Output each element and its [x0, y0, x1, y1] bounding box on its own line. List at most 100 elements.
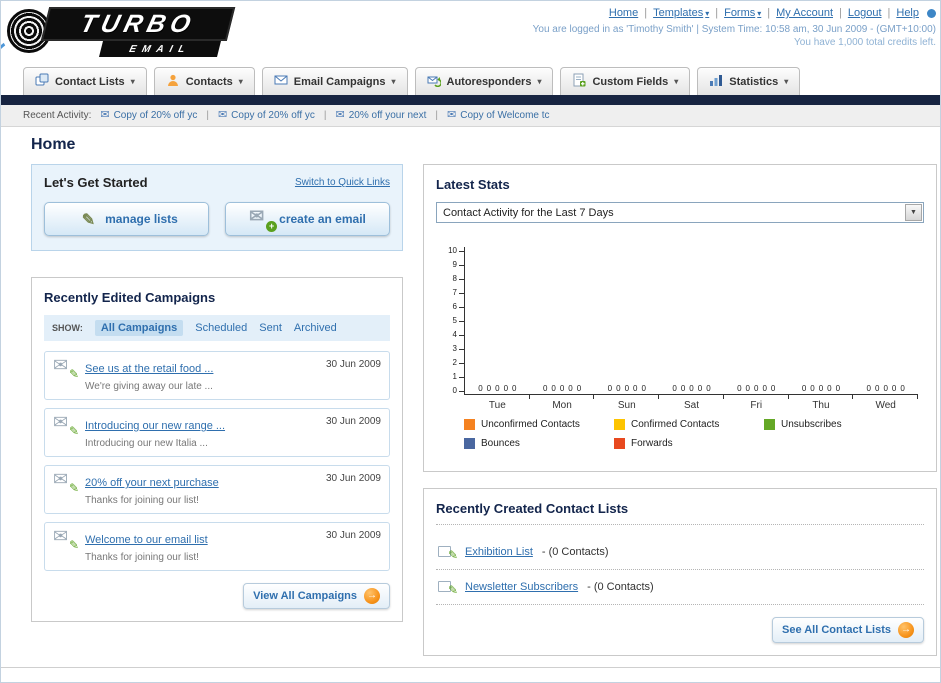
- tab-custom-fields[interactable]: Custom Fields ▾: [560, 67, 691, 95]
- logo-box: TURBO: [40, 7, 236, 41]
- x-tick-label: Thu: [812, 400, 830, 411]
- email-edit-icon: ✉ ✎: [53, 412, 79, 438]
- recent-activity-link[interactable]: 20% off your next: [349, 110, 427, 121]
- campaign-subtitle: Introducing our new Italia ...: [85, 438, 208, 449]
- stats-panel-title: Latest Stats: [436, 177, 510, 192]
- top-links: Home | Templates ▾ | Forms ▾ | My Account …: [533, 7, 936, 19]
- campaign-list-item[interactable]: ✉ ✎ 20% off your next purchase Thanks for…: [44, 465, 390, 514]
- contact-list-link[interactable]: Newsletter Subscribers: [465, 581, 578, 593]
- chart-plot-area: 0 0 0 0 0 Tue 0 0 0 0 0 Mon 0 0 0 0 0 Sun 0 0 0 0 0 Sat 0 0 0 0 0 Fri…: [464, 247, 918, 411]
- filter-tab-scheduled[interactable]: Scheduled: [195, 322, 247, 334]
- top-link-my-account[interactable]: My Account: [776, 7, 833, 19]
- chart-group: 0 0 0 0 0 Thu: [789, 247, 854, 411]
- recent-activity-link[interactable]: Copy of Welcome tc: [460, 110, 549, 121]
- email-edit-icon: ✉ ✎: [53, 526, 79, 552]
- chevron-down-icon: ▾: [391, 77, 396, 86]
- create-email-button[interactable]: ✉ + create an email: [225, 202, 390, 236]
- y-tick-label: 1: [453, 373, 464, 381]
- footer-divider: [1, 667, 940, 668]
- recent-activity-item[interactable]: ✉ Copy of 20% off yc: [100, 109, 198, 122]
- value-labels: 00000: [659, 384, 724, 393]
- campaign-list-item[interactable]: ✉ ✎ See us at the retail food ... We're g…: [44, 351, 390, 400]
- value-label: 0: [680, 384, 686, 393]
- value-label: 0: [706, 384, 711, 393]
- legend-label: Bounces: [481, 438, 520, 449]
- email-icon: ✉: [335, 109, 345, 121]
- filter-tab-archived[interactable]: Archived: [294, 322, 337, 334]
- get-started-panel: Let's Get Started Switch to Quick Links …: [31, 164, 403, 251]
- value-label: 0: [542, 384, 548, 393]
- switch-quick-links-link[interactable]: Switch to Quick Links: [295, 177, 390, 188]
- filter-tab-all-campaigns[interactable]: All Campaigns: [94, 320, 184, 336]
- legend-label: Unconfirmed Contacts: [481, 419, 580, 430]
- tab-statistics[interactable]: Statistics ▾: [697, 67, 801, 95]
- separator: |: [767, 7, 771, 19]
- stats-chart: 10 9 8 7 6 5 4 3 2 1 0 0 0 0 0 0 Tue 0 0 0 0 0 Mon 0 0 0 0 0 Sun 0 0 0…: [440, 247, 918, 417]
- recent-activity-item[interactable]: ✉ Copy of Welcome tc: [447, 110, 550, 122]
- top-link-logout[interactable]: Logout: [848, 7, 882, 19]
- recent-activity-link[interactable]: Copy of 20% off yc: [231, 110, 315, 121]
- y-tick-label: 3: [453, 345, 464, 353]
- logo-primary-text: TURBO: [77, 9, 199, 38]
- y-tick-label: 4: [453, 331, 464, 339]
- separator: |: [435, 110, 438, 121]
- value-label: 0: [641, 384, 646, 393]
- top-link-templates[interactable]: Templates ▾: [653, 7, 709, 19]
- recent-activity-link[interactable]: Copy of 20% off yc: [114, 110, 198, 121]
- tab-contact-lists[interactable]: Contact Lists ▾: [23, 67, 147, 95]
- value-labels: 00000: [530, 384, 595, 393]
- main-navigation: Contact Lists ▾ Contacts ▾ Email Campaig…: [23, 67, 801, 95]
- campaign-list-item[interactable]: ✉ ✎ Introducing our new range ... Introdu…: [44, 408, 390, 457]
- tab-contacts[interactable]: Contacts ▾: [153, 67, 255, 95]
- x-tick-label: Sun: [617, 400, 636, 411]
- top-link-home[interactable]: Home: [609, 7, 638, 19]
- logo-secondary-text: EMAIL: [128, 43, 192, 55]
- value-label: 0: [762, 384, 767, 393]
- legend-label: Unsubscribes: [781, 419, 842, 430]
- value-label: 0: [672, 384, 677, 393]
- legend-item: Bounces: [464, 438, 614, 449]
- list-edit-icon: ✎: [438, 580, 458, 596]
- show-label: SHOW:: [52, 323, 83, 333]
- value-label: 0: [770, 384, 776, 393]
- campaign-list-item[interactable]: ✉ ✎ Welcome to our email list Thanks for …: [44, 522, 390, 571]
- pencil-icon: ✎: [81, 212, 96, 229]
- tab-email-campaigns[interactable]: Email Campaigns ▾: [261, 67, 408, 95]
- contact-list-link[interactable]: Exhibition List: [465, 546, 533, 558]
- top-link-forms[interactable]: Forms ▾: [724, 7, 761, 19]
- value-label: 0: [754, 384, 759, 393]
- page-title: Home: [31, 136, 76, 153]
- value-label: 0: [835, 384, 841, 393]
- view-all-campaigns-button[interactable]: View All Campaigns →: [243, 583, 390, 609]
- stats-period-select[interactable]: Contact Activity for the Last 7 Days ▼: [436, 202, 924, 223]
- campaign-title-link[interactable]: Introducing our new range ...: [85, 420, 225, 432]
- legend-swatch: [614, 419, 625, 430]
- value-label: 0: [486, 384, 492, 393]
- value-label: 0: [818, 384, 824, 393]
- help-icon[interactable]: [927, 8, 936, 18]
- campaign-title-link[interactable]: Welcome to our email list: [85, 534, 208, 546]
- y-tick-label: 6: [453, 303, 464, 311]
- app-logo[interactable]: TURBO EMAIL: [1, 3, 261, 61]
- recent-activity-item[interactable]: ✉ Copy of 20% off yc: [218, 110, 315, 122]
- contact-list-item[interactable]: ✎ Newsletter Subscribers - (0 Contacts): [436, 570, 924, 605]
- value-label: 0: [568, 384, 573, 393]
- login-info-text: You are logged in as 'Timothy Smith' | S…: [532, 24, 936, 35]
- tab-autoresponders[interactable]: Autoresponders ▾: [414, 67, 554, 95]
- manage-lists-button[interactable]: ✎ manage lists: [44, 202, 209, 236]
- chart-y-axis: 10 9 8 7 6 5 4 3 2 1 0: [440, 247, 464, 395]
- campaign-title-link[interactable]: 20% off your next purchase: [85, 477, 219, 489]
- value-label: 0: [478, 384, 483, 393]
- campaign-title-link[interactable]: See us at the retail food ...: [85, 363, 213, 375]
- filter-tab-sent[interactable]: Sent: [259, 322, 282, 334]
- see-all-contact-lists-button[interactable]: See All Contact Lists →: [771, 617, 924, 643]
- contact-list-item[interactable]: ✎ Exhibition List - (0 Contacts): [436, 535, 924, 570]
- chart-group: 0 0 0 0 0 Fri: [724, 247, 789, 411]
- legend-swatch: [764, 419, 775, 430]
- top-link-help[interactable]: Help: [896, 7, 919, 19]
- recent-activity-item[interactable]: ✉ 20% off your next: [335, 109, 427, 122]
- legend-item: Forwards: [614, 438, 764, 449]
- logo-sub-box: EMAIL: [99, 41, 221, 57]
- separator: |: [206, 110, 209, 121]
- email-icon: ✉: [100, 109, 110, 121]
